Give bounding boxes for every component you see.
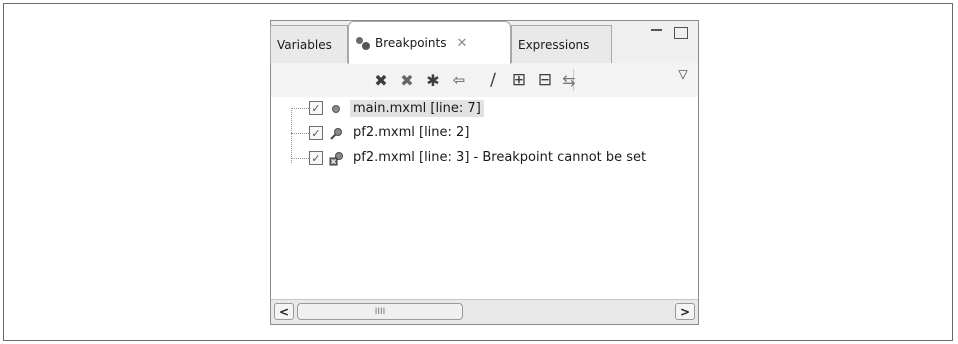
remove-selected-breakpoints-icon[interactable]: ✖: [371, 70, 391, 90]
show-breakpoints-supported-icon[interactable]: ✱: [423, 70, 443, 90]
tab-expressions-label: Expressions: [518, 37, 590, 52]
tree-guide-line: [291, 108, 292, 163]
tab-breakpoints[interactable]: Breakpoints ✕: [348, 21, 511, 64]
minimize-icon[interactable]: [651, 27, 665, 39]
tree-connector: [291, 133, 309, 134]
tree-connector: [291, 108, 309, 109]
view-menu-icon[interactable]: ▽: [673, 64, 693, 84]
tab-expressions[interactable]: Expressions: [511, 25, 612, 63]
scrollbar-thumb[interactable]: IIII: [297, 303, 463, 320]
tab-strip: Variables Breakpoints ✕ Expressions: [270, 21, 698, 64]
go-to-file-icon[interactable]: ⇦: [449, 70, 469, 90]
tree-item-label[interactable]: main.mxml [line: 7]: [350, 100, 484, 117]
horizontal-scrollbar[interactable]: < IIII >: [271, 299, 698, 324]
breakpoint-checkbox[interactable]: ✓: [309, 151, 323, 165]
tab-variables[interactable]: Variables: [270, 25, 348, 63]
breakpoint-checkbox[interactable]: ✓: [309, 101, 323, 115]
expand-all-icon[interactable]: ⊞: [509, 70, 529, 90]
close-icon[interactable]: ✕: [456, 36, 467, 51]
tab-variables-label: Variables: [277, 37, 332, 52]
breakpoints-tree: ✓ main.mxml [line: 7] ✓ pf2.mxml [line: …: [271, 97, 698, 282]
tree-item-label[interactable]: pf2.mxml [line: 2]: [353, 125, 469, 140]
breakpoints-view: Variables Breakpoints ✕ Expressions ✖ ✖ …: [270, 20, 699, 325]
breakpoint-checkbox[interactable]: ✓: [309, 126, 323, 140]
breakpoint-search-icon: [329, 126, 345, 142]
tab-breakpoints-label: Breakpoints: [375, 36, 447, 50]
tree-item-label[interactable]: pf2.mxml [line: 3] - Breakpoint cannot b…: [353, 150, 646, 165]
tree-connector: [291, 158, 309, 159]
skip-all-breakpoints-icon[interactable]: ⧸: [483, 70, 503, 90]
breakpoint-enabled-icon: [329, 101, 345, 117]
breakpoints-icon: [355, 36, 371, 50]
scroll-left-button[interactable]: <: [274, 303, 294, 320]
remove-all-breakpoints-icon[interactable]: ✖: [397, 70, 417, 90]
scroll-right-button[interactable]: >: [675, 303, 695, 320]
breakpoint-error-icon: [329, 150, 345, 166]
maximize-icon[interactable]: [674, 27, 688, 39]
view-toolbar: ✖ ✖ ✱ ⇦ ⧸ ⊞ ⊟ ⇆ ▽: [271, 63, 698, 98]
link-with-debug-view-icon[interactable]: ⇆: [559, 70, 579, 90]
collapse-all-icon[interactable]: ⊟: [535, 70, 555, 90]
